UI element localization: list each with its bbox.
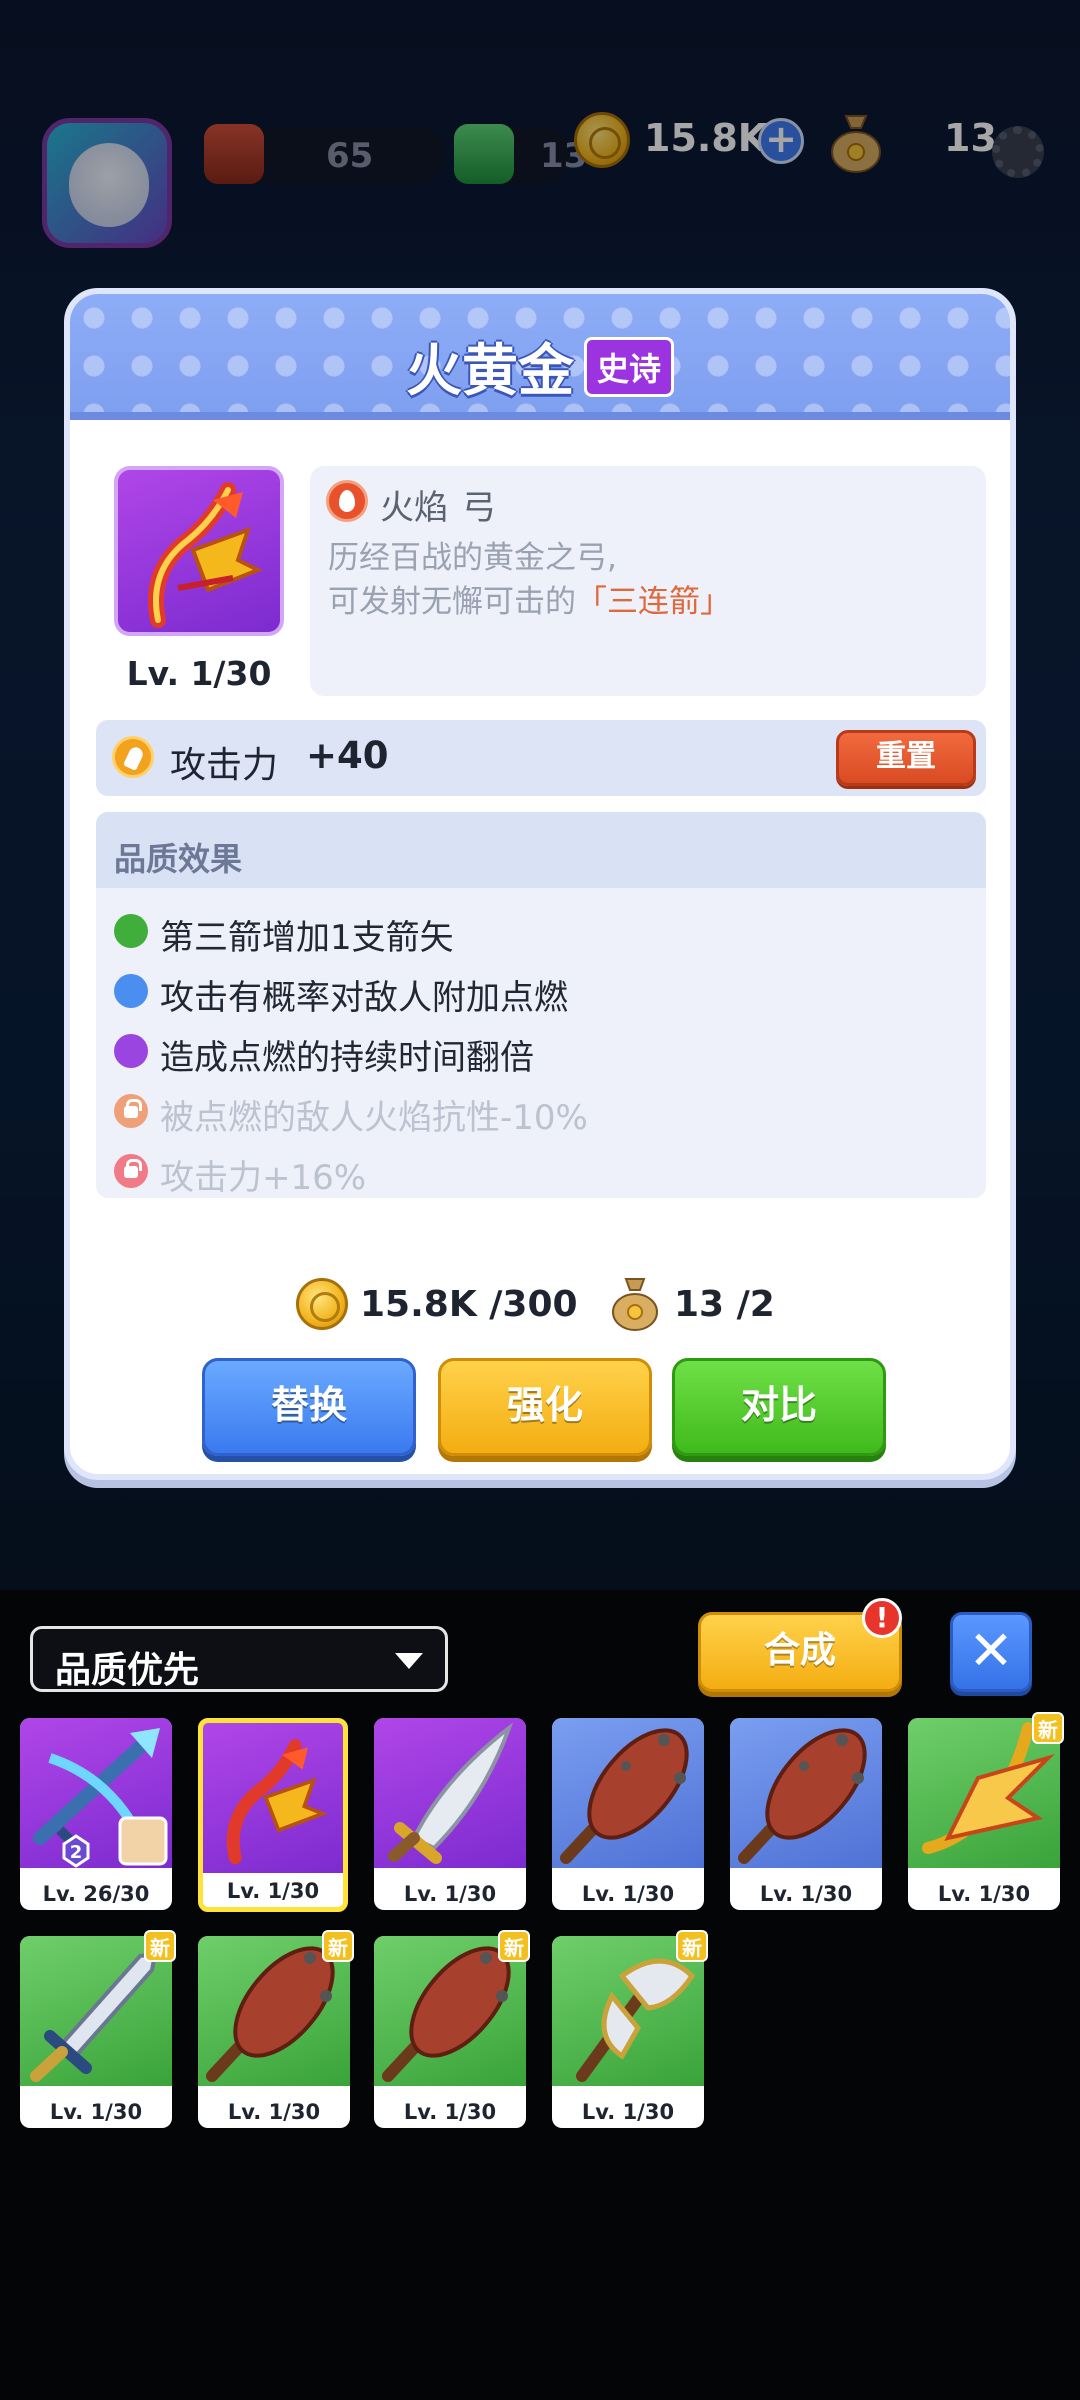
dagger-icon bbox=[374, 1718, 526, 1868]
upgrade-cost-row: 15.8K /300 13 /2 bbox=[70, 1276, 1010, 1336]
item-level: Lv. 26/30 bbox=[42, 1882, 150, 1906]
crossbow-icon: 2 bbox=[20, 1718, 172, 1868]
chevron-down-icon bbox=[395, 1653, 423, 1669]
item-level: Lv. 1/30 bbox=[403, 2100, 497, 2124]
club-icon bbox=[730, 1718, 882, 1868]
item-level: Lv. 1/30 bbox=[937, 1882, 1031, 1906]
weapon-type-line: 火焰弓 bbox=[380, 480, 496, 529]
lock-icon bbox=[114, 1094, 148, 1128]
new-badge: 新 bbox=[322, 1930, 354, 1962]
coin-cost: 15.8K /300 bbox=[360, 1284, 578, 1325]
fire-element-icon bbox=[326, 480, 368, 522]
sort-dropdown-label: 品质优先 bbox=[55, 1650, 200, 1691]
description-highlight: 「三连箭」 bbox=[576, 584, 731, 620]
item-level: Lv. 1/30 bbox=[581, 1882, 675, 1906]
effect-text: 攻击力+16% bbox=[160, 1158, 367, 1198]
inventory-item-club[interactable]: Lv. 1/30 bbox=[198, 1936, 350, 2128]
element-name: 火焰 bbox=[380, 488, 448, 528]
compare-button[interactable]: 对比 bbox=[672, 1358, 886, 1456]
effect-text: 攻击有概率对敌人附加点燃 bbox=[160, 978, 568, 1018]
money-bag-icon bbox=[612, 1278, 658, 1331]
inventory-item-golden-bow[interactable]: Lv. 1/30 bbox=[908, 1718, 1060, 1910]
inventory-item-club[interactable]: Lv. 1/30 bbox=[552, 1718, 704, 1910]
new-badge: 新 bbox=[676, 1930, 708, 1962]
attack-icon bbox=[112, 736, 154, 778]
fire-bow-icon bbox=[148, 482, 263, 628]
coin-icon bbox=[296, 1278, 348, 1330]
attack-value: +40 bbox=[306, 734, 389, 777]
item-level: Lv. 1/30 bbox=[226, 1879, 320, 1903]
inventory-item-dagger[interactable]: Lv. 1/30 bbox=[374, 1718, 526, 1910]
reset-button[interactable]: 重置 bbox=[836, 730, 976, 786]
item-level: Lv. 1/30 bbox=[49, 2100, 143, 2124]
inventory-item-serrated-sword[interactable]: Lv. 1/30 bbox=[20, 1936, 172, 2128]
description-line-2: 可发射无懈可击的「三连箭」 bbox=[328, 576, 731, 621]
fire-bow-icon bbox=[203, 1723, 343, 1873]
item-detail-panel: 火黄金 史诗 Lv. 1/30 火焰弓 历经百战的黄金之弓, 可发射无懈可击的「三… bbox=[64, 288, 1016, 1480]
upgrade-button[interactable]: 强化 bbox=[438, 1358, 652, 1456]
description-line-1: 历经百战的黄金之弓, bbox=[328, 540, 617, 576]
item-level: Lv. 1/30 bbox=[581, 2100, 675, 2124]
new-badge: 新 bbox=[1032, 1712, 1064, 1744]
inventory-item-club[interactable]: Lv. 1/30 bbox=[730, 1718, 882, 1910]
inventory-section: 品质优先 合成 ! ✕ 2 Lv. 26/30 Lv. 1/30 Lv. 1/3… bbox=[0, 1590, 1080, 2400]
inventory-item-ice-crossbow[interactable]: 2 Lv. 26/30 bbox=[20, 1718, 172, 1910]
quality-effects-box: 品质效果 第三箭增加1支箭矢 攻击有概率对敌人附加点燃 造成点燃的持续时间翻倍 … bbox=[96, 812, 986, 1198]
alert-badge: ! bbox=[862, 1598, 902, 1638]
new-badge: 新 bbox=[144, 1930, 176, 1962]
purple-dot-icon bbox=[114, 1034, 148, 1068]
panel-title: 火黄金 史诗 bbox=[70, 326, 1010, 407]
item-icon-large bbox=[114, 466, 284, 636]
replace-button[interactable]: 替换 bbox=[202, 1358, 416, 1456]
item-level: Lv. 1/30 bbox=[126, 654, 272, 693]
blue-dot-icon bbox=[114, 974, 148, 1008]
effect-text: 被点燃的敌人火焰抗性-10% bbox=[160, 1098, 588, 1138]
close-button[interactable]: ✕ bbox=[950, 1612, 1032, 1692]
item-level: Lv. 1/30 bbox=[759, 1882, 853, 1906]
item-description-box: 火焰弓 历经百战的黄金之弓, 可发射无懈可击的「三连箭」 bbox=[310, 466, 986, 696]
item-star-badge: 2 bbox=[70, 1842, 83, 1863]
inventory-item-club[interactable]: Lv. 1/30 bbox=[374, 1936, 526, 2128]
quality-effects-title: 品质效果 bbox=[96, 812, 986, 888]
description-line-2-text: 可发射无懈可击的 bbox=[328, 584, 576, 620]
lock-icon bbox=[114, 1154, 148, 1188]
attack-label: 攻击力 bbox=[170, 745, 279, 786]
green-dot-icon bbox=[114, 914, 148, 948]
effect-text: 第三箭增加1支箭矢 bbox=[160, 918, 454, 958]
club-icon bbox=[552, 1718, 704, 1868]
sort-dropdown[interactable]: 品质优先 bbox=[30, 1626, 448, 1692]
inventory-item-battle-axe[interactable]: Lv. 1/30 bbox=[552, 1936, 704, 2128]
effect-text: 造成点燃的持续时间翻倍 bbox=[160, 1038, 534, 1078]
item-level: Lv. 1/30 bbox=[227, 2100, 321, 2124]
panel-header: 火黄金 史诗 bbox=[70, 294, 1010, 420]
bag-cost: 13 /2 bbox=[674, 1284, 775, 1325]
item-level: Lv. 1/30 bbox=[403, 1882, 497, 1906]
inventory-item-fire-gold-bow-selected[interactable]: Lv. 1/30 bbox=[198, 1718, 348, 1912]
item-name: 火黄金 bbox=[405, 339, 574, 404]
new-badge: 新 bbox=[498, 1930, 530, 1962]
weapon-class: 弓 bbox=[462, 488, 496, 528]
rarity-badge: 史诗 bbox=[583, 336, 674, 397]
attack-stat-bar: 攻击力 +40 重置 bbox=[96, 720, 986, 796]
